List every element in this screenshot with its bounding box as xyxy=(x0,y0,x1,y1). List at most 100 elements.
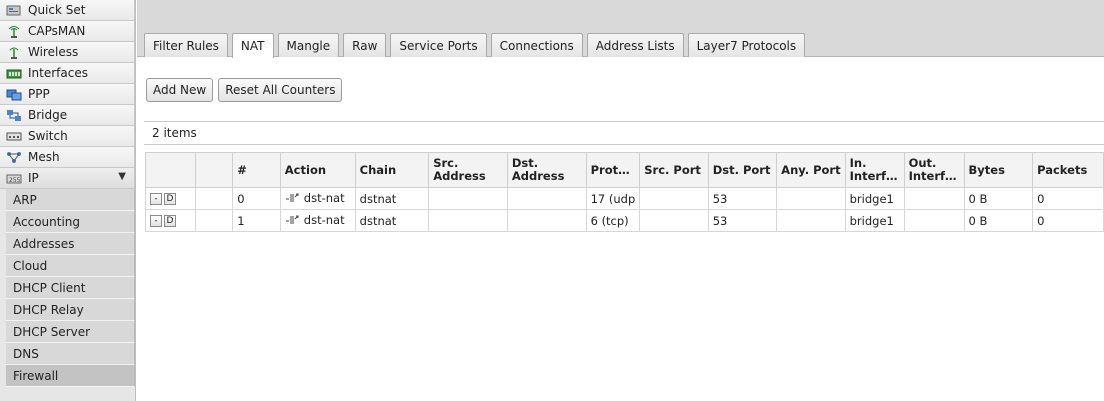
ppp-icon xyxy=(6,88,22,101)
sidebar-item-switch[interactable]: Switch xyxy=(0,126,135,147)
sidebar-subitem-dhcp-relay[interactable]: DHCP Relay xyxy=(6,299,135,321)
cell-src-address xyxy=(428,209,508,232)
tab-address-lists[interactable]: Address Lists xyxy=(586,33,684,57)
sidebar-subitem-cloud[interactable]: Cloud xyxy=(6,255,135,277)
cell-number: 0 xyxy=(232,187,281,210)
table-row[interactable]: -D 1 dst-nat dstnat 6 (tcp) 53 bridge1 0… xyxy=(145,209,1104,232)
table-row[interactable]: -D 0 dst-nat dstnat 17 (udp 53 bridge1 0… xyxy=(145,187,1104,210)
item-count: 2 items xyxy=(144,121,1104,145)
cell-action: dst-nat xyxy=(279,187,356,210)
column-header-bytes[interactable]: Bytes xyxy=(963,152,1034,188)
sidebar: Quick Set CAPsMAN Wireless Interfaces PP… xyxy=(0,0,136,401)
sidebar-item-label: Quick Set xyxy=(28,3,86,17)
cell-bytes: 0 B xyxy=(963,187,1034,210)
remove-rule-button[interactable]: - xyxy=(150,193,162,205)
row-controls: -D xyxy=(145,209,196,232)
dst-nat-icon xyxy=(285,192,301,206)
sidebar-item-label: IP xyxy=(28,171,39,185)
cell-protocol: 17 (udp xyxy=(585,187,641,210)
cell-packets: 0 xyxy=(1032,187,1104,210)
cell-chain: dstnat xyxy=(354,187,430,210)
tab-service-ports[interactable]: Service Ports xyxy=(390,33,487,57)
column-header-packets[interactable]: Packets xyxy=(1032,152,1104,188)
ip-icon: 255 xyxy=(6,172,22,185)
cell-dst-address xyxy=(506,209,587,232)
quick-set-icon xyxy=(6,4,22,17)
bridge-icon xyxy=(6,109,22,122)
column-header-dst-port[interactable]: Dst. Port xyxy=(707,152,778,188)
cell-in-interface: bridge1 xyxy=(844,209,905,232)
row-controls: -D xyxy=(145,187,196,210)
interfaces-icon xyxy=(6,67,22,80)
tab-mangle[interactable]: Mangle xyxy=(277,33,340,57)
main-panel: Filter Rules NAT Mangle Raw Service Port… xyxy=(137,0,1104,401)
column-header-out-interface[interactable]: Out. Interf… xyxy=(903,152,965,188)
sidebar-item-interfaces[interactable]: Interfaces xyxy=(0,63,135,84)
cell-out-interface xyxy=(903,209,965,232)
sidebar-subitem-dhcp-server[interactable]: DHCP Server xyxy=(6,321,135,343)
tab-raw[interactable]: Raw xyxy=(343,33,387,57)
cell-out-interface xyxy=(903,187,965,210)
sidebar-subitem-firewall[interactable]: Firewall xyxy=(6,365,135,387)
cell-action: dst-nat xyxy=(279,209,356,232)
nat-rules-table: # Action Chain Src. Address Dst. Address… xyxy=(145,152,1104,232)
sidebar-subitem-addresses[interactable]: Addresses xyxy=(6,233,135,255)
chevron-down-icon[interactable]: ▼ xyxy=(118,171,126,182)
column-header-any-port[interactable]: Any. Port xyxy=(776,152,846,188)
cell-src-address xyxy=(428,187,508,210)
sidebar-subitem-accounting[interactable]: Accounting xyxy=(6,211,135,233)
dst-nat-icon xyxy=(285,214,301,228)
column-header-in-interface[interactable]: In. Interf… xyxy=(844,152,905,188)
row-flags xyxy=(194,209,234,232)
sidebar-item-label: Mesh xyxy=(28,150,60,164)
sidebar-item-capsman[interactable]: CAPsMAN xyxy=(0,21,135,42)
reset-all-counters-button[interactable]: Reset All Counters xyxy=(218,78,343,102)
tab-nat[interactable]: NAT xyxy=(231,33,274,58)
column-header-dst-address[interactable]: Dst. Address xyxy=(506,152,587,188)
cell-dst-address xyxy=(506,187,587,210)
sidebar-item-label: CAPsMAN xyxy=(28,24,86,38)
disable-rule-button[interactable]: D xyxy=(164,193,176,205)
table-header-row: # Action Chain Src. Address Dst. Address… xyxy=(145,152,1104,188)
column-header-chain[interactable]: Chain xyxy=(354,152,430,188)
tab-filter-rules[interactable]: Filter Rules xyxy=(144,33,228,57)
cell-src-port xyxy=(639,187,709,210)
sidebar-subitem-arp[interactable]: ARP xyxy=(6,189,135,211)
item-count-label: 2 items xyxy=(152,126,197,140)
sidebar-item-label: Bridge xyxy=(28,108,68,122)
disable-rule-button[interactable]: D xyxy=(164,215,176,227)
sidebar-item-ip[interactable]: 255 IP ▼ xyxy=(0,168,135,189)
sidebar-subitem-dhcp-client[interactable]: DHCP Client xyxy=(6,277,135,299)
remove-rule-button[interactable]: - xyxy=(150,215,162,227)
sidebar-item-bridge[interactable]: Bridge xyxy=(0,105,135,126)
add-new-button[interactable]: Add New xyxy=(146,78,214,102)
column-header-action[interactable]: Action xyxy=(279,152,356,188)
toolbar: Add New Reset All Counters xyxy=(146,78,343,102)
cell-packets: 0 xyxy=(1032,209,1104,232)
column-header-number[interactable]: # xyxy=(232,152,281,188)
sidebar-subitem-dns[interactable]: DNS xyxy=(6,343,135,365)
sidebar-item-wireless[interactable]: Wireless xyxy=(0,42,135,63)
sidebar-item-label: PPP xyxy=(28,87,50,101)
cell-dst-port: 53 xyxy=(707,209,778,232)
column-header-src-address[interactable]: Src. Address xyxy=(428,152,508,188)
column-header-flags xyxy=(194,152,234,188)
cell-protocol: 6 (tcp) xyxy=(585,209,641,232)
cell-number: 1 xyxy=(232,209,281,232)
sidebar-item-label: Interfaces xyxy=(28,66,88,80)
mesh-icon xyxy=(6,151,22,164)
cell-src-port xyxy=(639,209,709,232)
sidebar-item-label: Switch xyxy=(28,129,68,143)
cell-any-port xyxy=(776,187,846,210)
column-header-src-port[interactable]: Src. Port xyxy=(639,152,709,188)
sidebar-item-mesh[interactable]: Mesh xyxy=(0,147,135,168)
column-header-controls xyxy=(145,152,196,188)
cell-dst-port: 53 xyxy=(707,187,778,210)
sidebar-item-ppp[interactable]: PPP xyxy=(0,84,135,105)
column-header-protocol[interactable]: Prot… xyxy=(585,152,641,188)
row-flags xyxy=(194,187,234,210)
sidebar-item-label: Wireless xyxy=(28,45,79,59)
tab-connections[interactable]: Connections xyxy=(490,33,583,57)
tab-layer7-protocols[interactable]: Layer7 Protocols xyxy=(687,33,806,57)
sidebar-item-quick-set[interactable]: Quick Set xyxy=(0,0,135,21)
